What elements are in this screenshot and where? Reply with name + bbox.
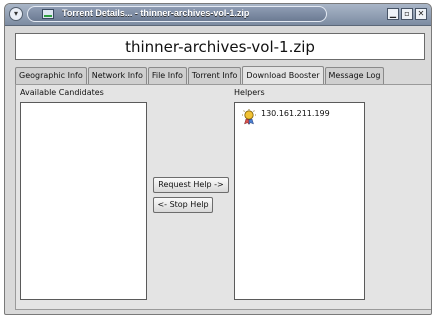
minimize-button[interactable]: ▁ [387, 8, 399, 20]
tab-message-log[interactable]: Message Log [324, 67, 385, 84]
tab-download-booster[interactable]: Download Booster [242, 66, 324, 84]
title-pill: Torrent Details... - thinner-archives-vo… [27, 6, 327, 22]
tab-torrent-info[interactable]: Torrent Info [187, 67, 242, 84]
window-menu-button[interactable]: ▾ [9, 7, 23, 21]
helper-peer-icon [242, 109, 256, 125]
maximize-button[interactable]: ▫ [401, 8, 413, 20]
tab-bar: Geographic Info Network Info File Info T… [15, 66, 385, 85]
window-controls: ▁ ▫ ✕ [387, 8, 427, 20]
title-bar[interactable]: ▾ Torrent Details... - thinner-archives-… [5, 4, 431, 26]
tab-geographic-info[interactable]: Geographic Info [15, 67, 87, 84]
candidates-list[interactable] [20, 102, 147, 300]
app-icon [42, 9, 54, 19]
close-button[interactable]: ✕ [415, 8, 427, 20]
list-item[interactable]: 130.161.211.199 [241, 109, 330, 125]
filename-display: thinner-archives-vol-1.zip [15, 33, 425, 60]
torrent-details-window: ▾ Torrent Details... - thinner-archives-… [4, 3, 432, 315]
window-title: Torrent Details... - thinner-archives-vo… [62, 8, 250, 18]
tab-file-info[interactable]: File Info [147, 67, 187, 84]
stop-help-button[interactable]: <- Stop Help [153, 197, 213, 213]
request-help-button[interactable]: Request Help -> [153, 177, 229, 193]
download-booster-panel: Available Candidates Request Help -> <- … [15, 84, 431, 310]
tab-network-info[interactable]: Network Info [87, 67, 147, 84]
helper-address: 130.161.211.199 [261, 109, 330, 118]
candidates-label: Available Candidates [20, 88, 104, 97]
helpers-label: Helpers [234, 88, 265, 97]
helpers-list[interactable]: 130.161.211.199 [234, 102, 365, 300]
